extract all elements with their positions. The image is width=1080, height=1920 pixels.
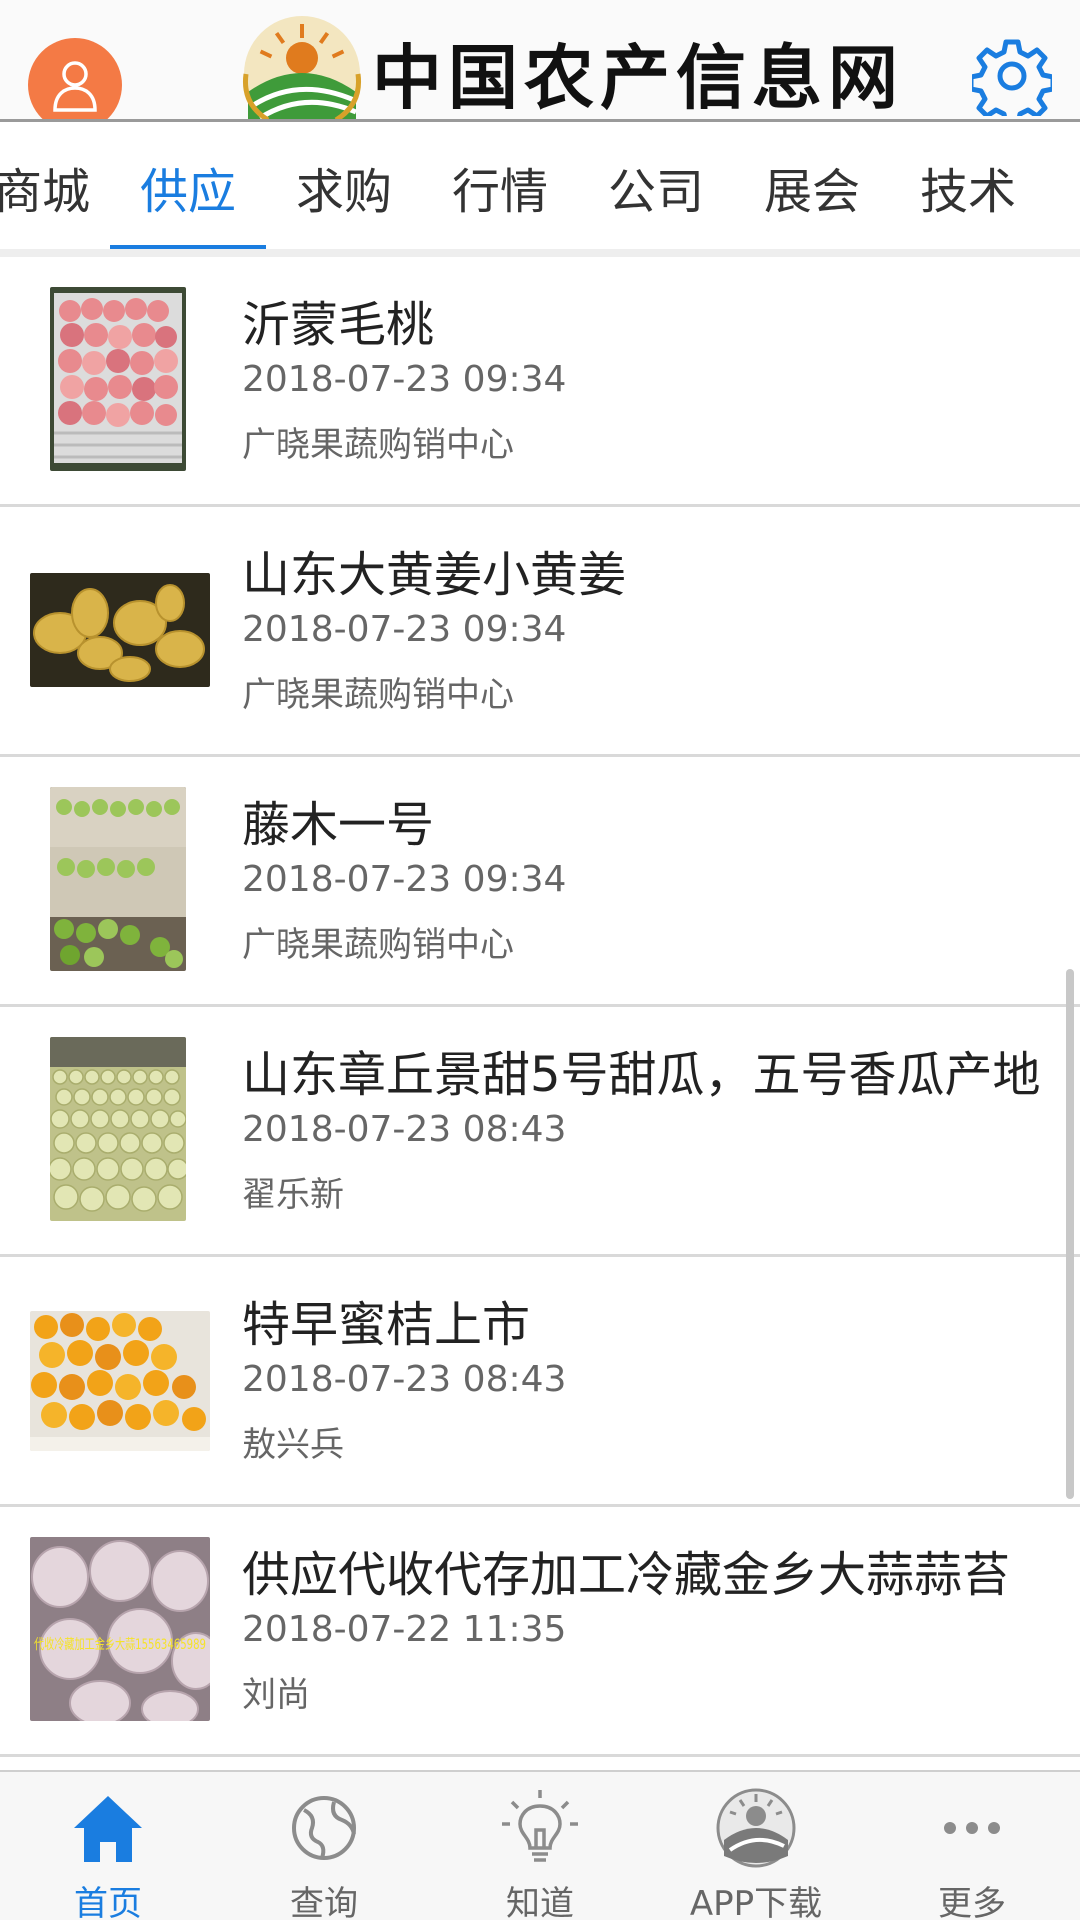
app-logo-icon <box>716 1788 796 1868</box>
tab-company[interactable]: 公司 <box>578 125 734 249</box>
item-title: 沂蒙毛桃 <box>242 297 435 353</box>
tab-purchase[interactable]: 求购 <box>266 125 422 249</box>
list-item[interactable]: 沂蒙毛桃 2018-07-23 09:34 广晓果蔬购销中心 <box>0 257 1080 507</box>
nav-label: 查询 <box>290 1884 358 1920</box>
nav-app-download[interactable]: APP下载 <box>648 1772 864 1920</box>
item-title: 特早蜜桔上市 <box>242 1297 531 1353</box>
item-source: 广晓果蔬购销中心 <box>242 675 514 715</box>
user-avatar-button[interactable] <box>28 38 122 119</box>
nav-search[interactable]: 查询 <box>216 1772 432 1920</box>
green-apples-photo <box>50 787 186 971</box>
peaches-photo <box>50 287 186 471</box>
item-title: 山东大黄姜小黄姜 <box>242 547 627 603</box>
item-date: 2018-07-23 09:34 <box>242 859 567 900</box>
list-item[interactable]: 藤木一号 2018-07-23 09:34 广晓果蔬购销中心 <box>0 757 1080 1007</box>
item-source: 广晓果蔬购销中心 <box>242 425 514 465</box>
item-source: 广晓果蔬购销中心 <box>242 925 514 965</box>
nav-label: 更多 <box>938 1884 1006 1920</box>
item-date: 2018-07-22 11:35 <box>242 1609 567 1650</box>
melons-photo <box>50 1037 186 1221</box>
garlic-photo-caption: 代收冷藏加工金乡大蒜15563465989 <box>34 1637 206 1653</box>
tangerines-photo <box>30 1311 210 1451</box>
item-title: 藤木一号 <box>242 797 435 853</box>
tab-market[interactable]: 行情 <box>422 125 578 249</box>
list-item[interactable]: 特早蜜桔上市 2018-07-23 08:43 敖兴兵 <box>0 1257 1080 1507</box>
item-source: 刘尚 <box>242 1675 310 1715</box>
logo-emblem-icon <box>242 16 362 119</box>
item-title: 供应代收代存加工冷藏金乡大蒜蒜苔 <box>242 1547 1011 1603</box>
list-item[interactable]: 代收冷藏加工金乡大蒜15563465989 供应代收代存加工冷藏金乡大蒜蒜苔 2… <box>0 1507 1080 1757</box>
item-date: 2018-07-23 08:43 <box>242 1109 567 1150</box>
list-item[interactable]: 山东章丘景甜5号甜瓜，五号香瓜产地 2018-07-23 08:43 翟乐新 <box>0 1007 1080 1257</box>
nav-knowledge[interactable]: 知道 <box>432 1772 648 1920</box>
category-tabs: 商城 供应 求购 行情 公司 展会 技术 <box>0 125 1080 257</box>
nav-label: 知道 <box>506 1884 574 1920</box>
item-date: 2018-07-23 08:43 <box>242 1359 567 1400</box>
tab-exhibition[interactable]: 展会 <box>734 125 890 249</box>
garlic-photo: 代收冷藏加工金乡大蒜15563465989 <box>30 1537 210 1721</box>
item-date: 2018-07-23 09:34 <box>242 609 567 650</box>
tab-supply[interactable]: 供应 <box>110 125 266 249</box>
lightbulb-icon <box>502 1790 578 1862</box>
item-title: 山东章丘景甜5号甜瓜，五号香瓜产地 <box>242 1047 1041 1103</box>
nav-label: 首页 <box>74 1884 142 1920</box>
list-scrollbar[interactable] <box>1066 969 1074 1499</box>
item-source: 翟乐新 <box>242 1175 344 1215</box>
home-icon <box>74 1796 142 1862</box>
ginger-photo <box>30 573 210 687</box>
nav-home[interactable]: 首页 <box>0 1772 216 1920</box>
gear-icon[interactable] <box>972 36 1052 116</box>
user-icon <box>53 61 97 112</box>
item-source: 敖兴兵 <box>242 1425 344 1465</box>
tab-technology[interactable]: 技术 <box>890 125 1046 249</box>
supply-list: 沂蒙毛桃 2018-07-23 09:34 广晓果蔬购销中心 山东大黄姜小黄姜 … <box>0 257 1080 1770</box>
more-icon <box>944 1822 1000 1834</box>
list-item[interactable]: 山东大黄姜小黄姜 2018-07-23 09:34 广晓果蔬购销中心 <box>0 507 1080 757</box>
bottom-nav: 首页 查询 知道 APP下载 更多 <box>0 1770 1080 1920</box>
nav-label: APP下载 <box>689 1884 823 1920</box>
nav-more[interactable]: 更多 <box>864 1772 1080 1920</box>
tab-mall[interactable]: 商城 <box>0 125 120 249</box>
app-header: 中国农产信息网 <box>0 0 1080 122</box>
logo-text: 中国农产信息网 <box>372 35 904 119</box>
globe-icon <box>292 1796 356 1860</box>
site-logo: 中国农产信息网 <box>238 14 904 119</box>
item-date: 2018-07-23 09:34 <box>242 359 567 400</box>
